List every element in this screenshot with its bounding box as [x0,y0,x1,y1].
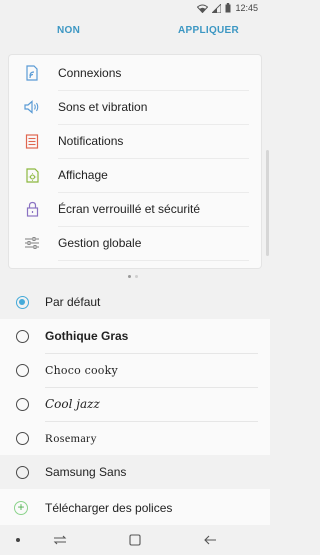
speaker-icon [23,98,41,116]
font-option-label: Choco cooky [45,363,118,377]
font-option-label: Par défaut [45,295,101,309]
home-icon[interactable] [127,532,143,548]
sliders-icon [23,234,41,252]
font-option-label: Gothique Gras [45,329,129,343]
preview-item-label: Sons et vibration [58,100,148,114]
radio-button[interactable] [16,363,29,377]
battery-icon [225,3,231,13]
radio-button[interactable] [16,397,29,411]
divider [58,260,249,261]
page-dot [135,275,138,278]
back-icon[interactable] [202,532,218,548]
preview-item-affichage: Affichage [9,158,261,192]
font-option-rosemary[interactable]: Rosemary [0,421,270,455]
preview-item-notifications: Notifications [9,124,261,158]
wifi-icon [197,4,209,13]
preview-item-label: Gestion globale [58,236,142,250]
preview-item-ecran: Écran verrouillé et sécurité [9,192,261,226]
apply-button[interactable]: APPLIQUER [178,25,239,36]
navigation-bar [0,525,270,555]
signal-icon [212,3,222,13]
font-list: Par défaut Gothique Gras Choco cooky Coo… [0,285,270,525]
status-time: 12:45 [235,3,258,13]
preview-item-gestion: Gestion globale [9,226,261,260]
font-option-gothique-gras[interactable]: Gothique Gras [0,319,270,353]
font-option-cool-jazz[interactable]: Cool jazz [0,387,270,421]
lock-icon [23,200,41,218]
preview-item-label: Écran verrouillé et sécurité [58,202,201,216]
notifications-icon [23,132,41,150]
preview-item-label: Connexions [58,66,122,80]
recents-icon[interactable] [52,532,68,548]
font-option-label: Rosemary [45,430,97,445]
font-option-default[interactable]: Par défaut [0,285,270,319]
nav-dot-indicator [16,538,20,542]
radio-button[interactable] [16,465,29,479]
cancel-button[interactable]: NON [57,25,80,36]
preview-item-label: Notifications [58,134,124,148]
status-bar: 12:45 [0,0,270,16]
display-icon [23,166,41,184]
font-option-label: Samsung Sans [45,465,127,479]
font-preview-card: Connexions Sons et vibration Notificatio… [9,55,261,268]
radio-selected[interactable] [16,295,29,309]
scroll-edge-indicator [266,150,269,256]
plus-icon: + [14,501,28,515]
download-fonts-button[interactable]: + Télécharger des polices [0,491,270,525]
action-bar: NON APPLIQUER [0,16,270,48]
preview-item-label: Affichage [58,168,108,182]
radio-button[interactable] [16,431,29,445]
page-indicator [128,275,138,278]
page-dot-active [128,275,131,278]
preview-item-sons: Sons et vibration [9,90,261,124]
preview-item-connexions: Connexions [9,56,261,90]
connections-icon [23,64,41,82]
font-option-choco-cooky[interactable]: Choco cooky [0,353,270,387]
download-fonts-label: Télécharger des polices [45,501,173,515]
font-option-samsung-sans[interactable]: Samsung Sans [0,455,270,489]
radio-button[interactable] [16,329,29,343]
font-option-label: Cool jazz [45,397,100,411]
